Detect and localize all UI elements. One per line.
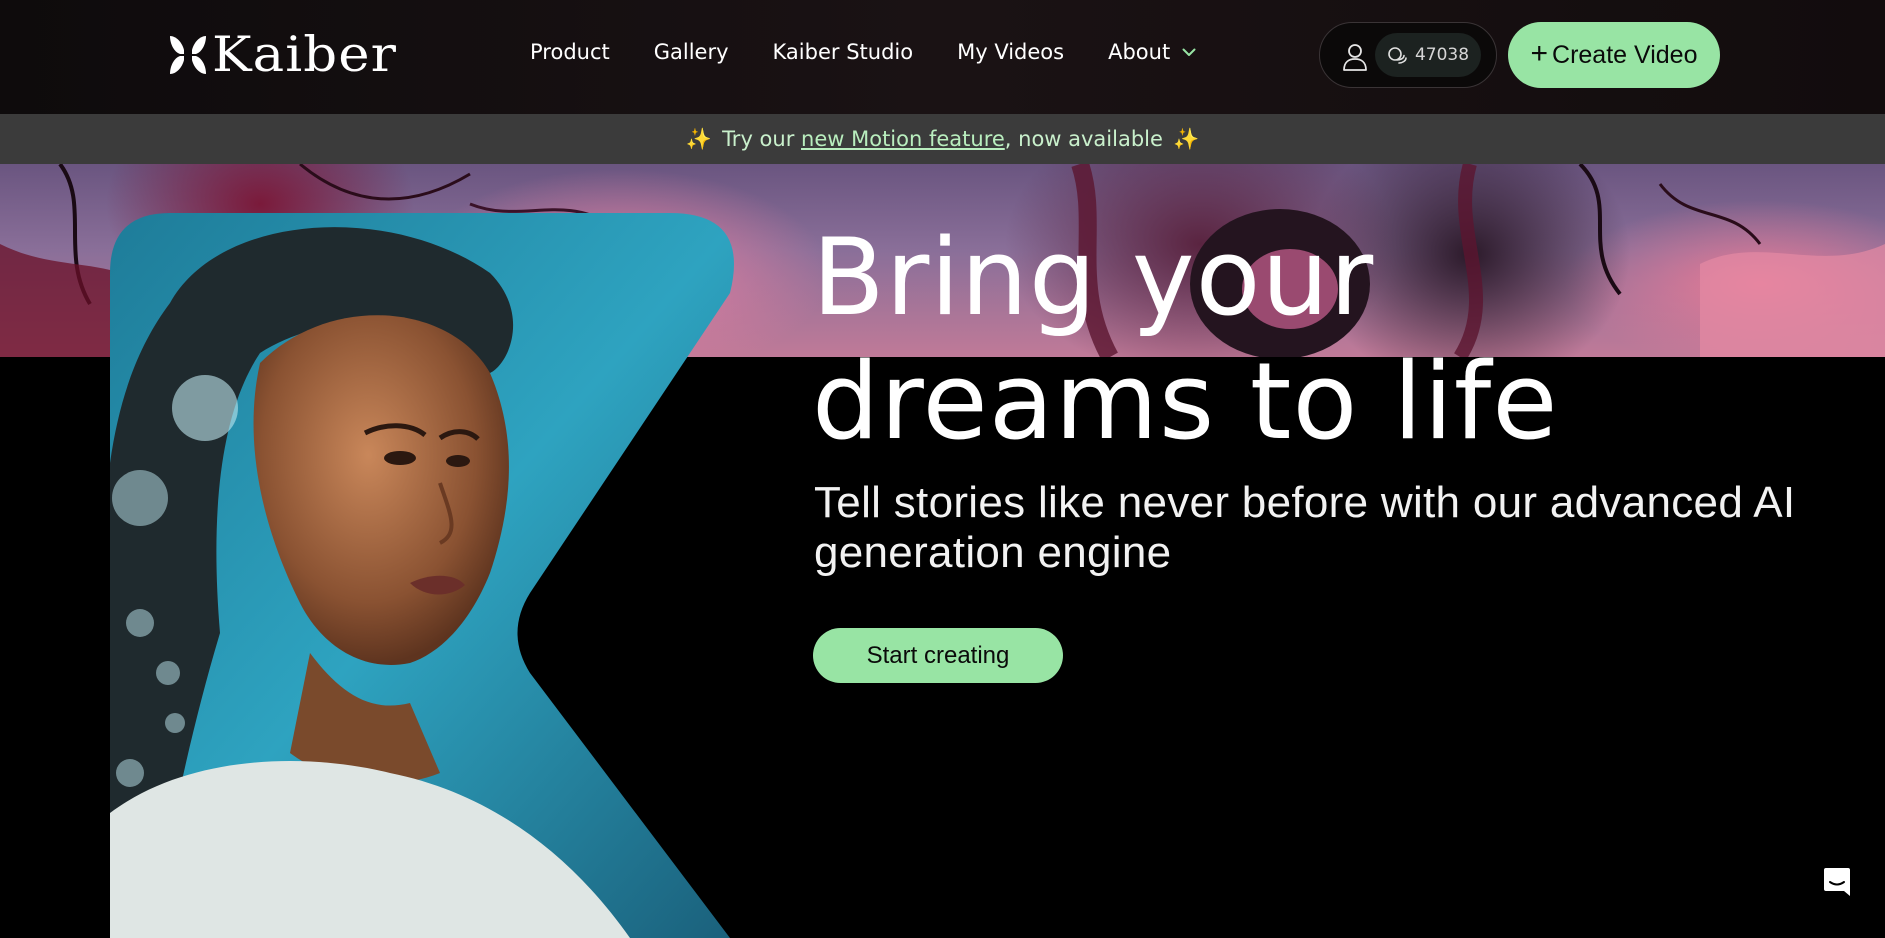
hero-headline: Bring your dreams to life xyxy=(812,216,1558,464)
hero-headline-line-1: Bring your xyxy=(812,216,1375,339)
sparkle-icon: ✨ xyxy=(685,126,713,151)
hero-headline-line-2: dreams to life xyxy=(812,340,1559,463)
sparkle-icon: ✨ xyxy=(1172,126,1200,151)
hero-subtitle: Tell stories like never before with our … xyxy=(814,478,1796,577)
chevron-down-icon xyxy=(1182,48,1196,56)
nav-item-gallery[interactable]: Gallery xyxy=(654,40,729,64)
nav-item-about[interactable]: About xyxy=(1108,40,1196,64)
plus-icon: + xyxy=(1530,36,1549,70)
account-menu[interactable]: 47038 xyxy=(1319,22,1497,88)
nav-item-my-videos[interactable]: My Videos xyxy=(957,40,1064,64)
create-video-button[interactable]: + Create Video xyxy=(1508,22,1720,88)
nav-item-product[interactable]: Product xyxy=(530,40,610,64)
nav-item-about-label: About xyxy=(1108,40,1171,64)
nav-item-kaiber-studio[interactable]: Kaiber Studio xyxy=(773,40,914,64)
hero-portrait-image xyxy=(110,213,734,938)
coins-icon xyxy=(1388,47,1407,64)
credits-count: 47038 xyxy=(1414,45,1470,65)
announcement-bar: ✨ Try our new Motion feature , now avail… xyxy=(0,114,1885,164)
credits-badge[interactable]: 47038 xyxy=(1375,33,1481,77)
main-nav: Product Gallery Kaiber Studio My Videos … xyxy=(530,40,1196,64)
top-navigation-bar: Kaiber Product Gallery Kaiber Studio My … xyxy=(0,0,1885,114)
announcement-prefix: Try our xyxy=(722,127,802,151)
create-video-label: Create Video xyxy=(1552,40,1698,69)
kaiber-logo[interactable]: Kaiber xyxy=(168,30,396,80)
announcement-suffix: , now available xyxy=(1004,127,1163,151)
user-icon[interactable] xyxy=(1342,43,1368,71)
kaiber-wordmark: Kaiber xyxy=(212,26,397,83)
start-creating-button[interactable]: Start creating xyxy=(813,628,1063,683)
motion-feature-link[interactable]: new Motion feature xyxy=(801,127,1005,151)
chat-icon[interactable] xyxy=(1822,866,1852,898)
kaiber-logo-icon xyxy=(170,36,206,74)
